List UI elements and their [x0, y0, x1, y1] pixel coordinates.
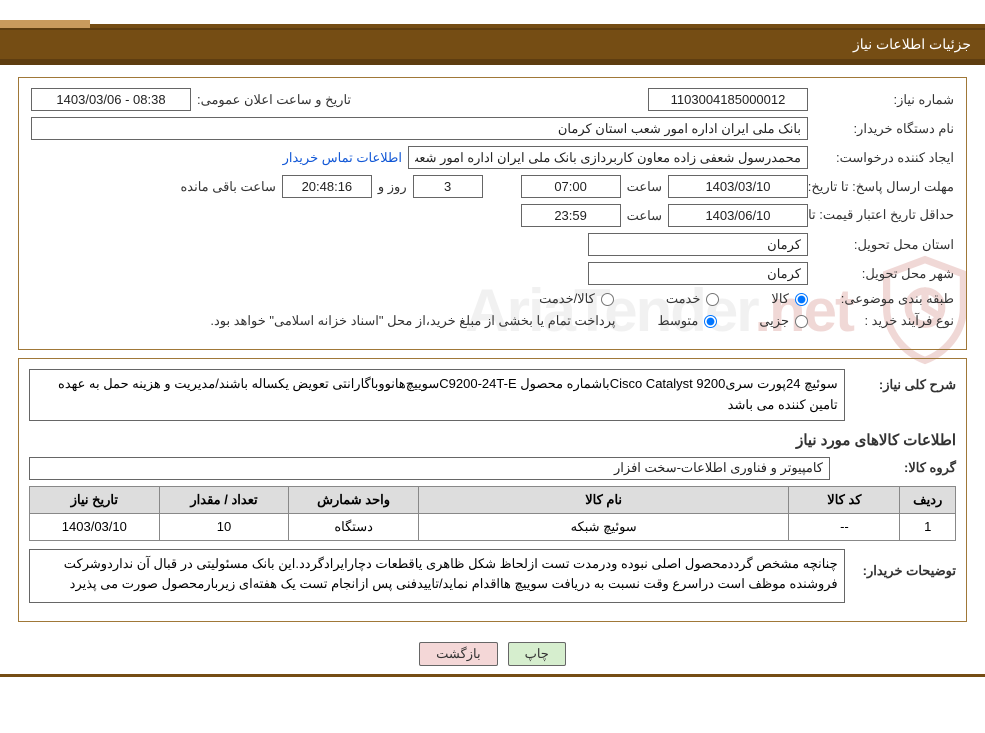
category-goods-service-radio[interactable] — [601, 293, 614, 306]
header-band — [0, 0, 985, 28]
cell-name: سوئیچ شبکه — [418, 513, 788, 540]
general-desc-field[interactable] — [29, 369, 845, 421]
contact-link[interactable]: اطلاعات تماس خریدار — [283, 150, 402, 166]
buyer-org-field[interactable] — [31, 117, 808, 140]
page-title: جزئیات اطلاعات نیاز — [0, 28, 985, 65]
need-number-label: شماره نیاز: — [814, 92, 954, 108]
buyer-notes-field[interactable] — [29, 549, 845, 603]
city-field[interactable] — [588, 262, 808, 285]
description-block: شرح کلی نیاز: اطلاعات کالاهای مورد نیاز … — [18, 358, 967, 622]
requester-label: ایجاد کننده درخواست: — [814, 150, 954, 166]
table-row: 1 -- سوئیچ شبکه دستگاه 10 1403/03/10 — [30, 513, 956, 540]
group-field[interactable] — [29, 457, 830, 480]
col-row: ردیف — [900, 486, 956, 513]
main-info-block: شماره نیاز: تاریخ و ساعت اعلان عمومی: نا… — [18, 77, 967, 350]
purchase-partial-radio[interactable] — [795, 315, 808, 328]
col-qty: تعداد / مقدار — [159, 486, 289, 513]
time-label-1: ساعت — [627, 179, 662, 195]
cell-unit: دستگاه — [289, 513, 419, 540]
purchase-medium-text: متوسط — [657, 313, 698, 329]
time-remaining-label: ساعت باقی مانده — [180, 179, 275, 195]
cell-qty: 10 — [159, 513, 289, 540]
category-goods-radio[interactable] — [795, 293, 808, 306]
requester-field[interactable] — [408, 146, 808, 169]
cell-code: -- — [789, 513, 900, 540]
reply-time-field[interactable] — [521, 175, 621, 198]
buyer-notes-label: توضیحات خریدار: — [851, 549, 956, 579]
general-desc-label: شرح کلی نیاز: — [851, 369, 956, 393]
time-remaining-field[interactable] — [282, 175, 372, 198]
category-service-radio[interactable] — [706, 293, 719, 306]
time-label-2: ساعت — [627, 208, 662, 224]
button-bar: چاپ بازگشت — [18, 630, 967, 674]
days-remaining-field[interactable] — [413, 175, 483, 198]
province-label: استان محل تحویل: — [814, 237, 954, 253]
items-table-head-row: ردیف کد کالا نام کالا واحد شمارش تعداد /… — [30, 486, 956, 513]
days-and-label: روز و — [378, 179, 407, 195]
purchase-partial-text: جزیی — [759, 313, 789, 329]
cell-date: 1403/03/10 — [30, 513, 160, 540]
category-goods-text: کالا — [771, 291, 789, 307]
price-valid-time-field[interactable] — [521, 204, 621, 227]
reply-date-field[interactable] — [668, 175, 808, 198]
reply-deadline-label: مهلت ارسال پاسخ: تا تاریخ: — [814, 179, 954, 195]
items-section-head: اطلاعات کالاهای مورد نیاز — [29, 431, 956, 449]
price-valid-date-field[interactable] — [668, 204, 808, 227]
cell-row: 1 — [900, 513, 956, 540]
header-accent — [0, 20, 90, 28]
category-label: طبقه بندی موضوعی: — [814, 291, 954, 307]
back-button[interactable]: بازگشت — [419, 642, 497, 666]
group-label: گروه کالا: — [836, 460, 956, 476]
city-label: شهر محل تحویل: — [814, 266, 954, 282]
province-field[interactable] — [588, 233, 808, 256]
need-number-field[interactable] — [648, 88, 808, 111]
items-table: ردیف کد کالا نام کالا واحد شمارش تعداد /… — [29, 486, 956, 541]
col-name: نام کالا — [418, 486, 788, 513]
col-unit: واحد شمارش — [289, 486, 419, 513]
print-button[interactable]: چاپ — [508, 642, 566, 666]
col-code: کد کالا — [789, 486, 900, 513]
bottom-band — [0, 674, 985, 680]
purchase-type-label: نوع فرآیند خرید : — [814, 313, 954, 329]
col-date: تاریخ نیاز — [30, 486, 160, 513]
category-goods-service-text: کالا/خدمت — [539, 291, 595, 307]
purchase-medium-radio[interactable] — [704, 315, 717, 328]
category-service-text: خدمت — [666, 291, 701, 307]
purchase-note: پرداخت تمام یا بخشی از مبلغ خرید،از محل … — [210, 313, 615, 329]
buyer-org-label: نام دستگاه خریدار: — [814, 121, 954, 137]
announce-field[interactable] — [31, 88, 191, 111]
announce-label: تاریخ و ساعت اعلان عمومی: — [197, 92, 351, 108]
price-valid-label: حداقل تاریخ اعتبار قیمت: تا تاریخ: — [814, 207, 954, 224]
